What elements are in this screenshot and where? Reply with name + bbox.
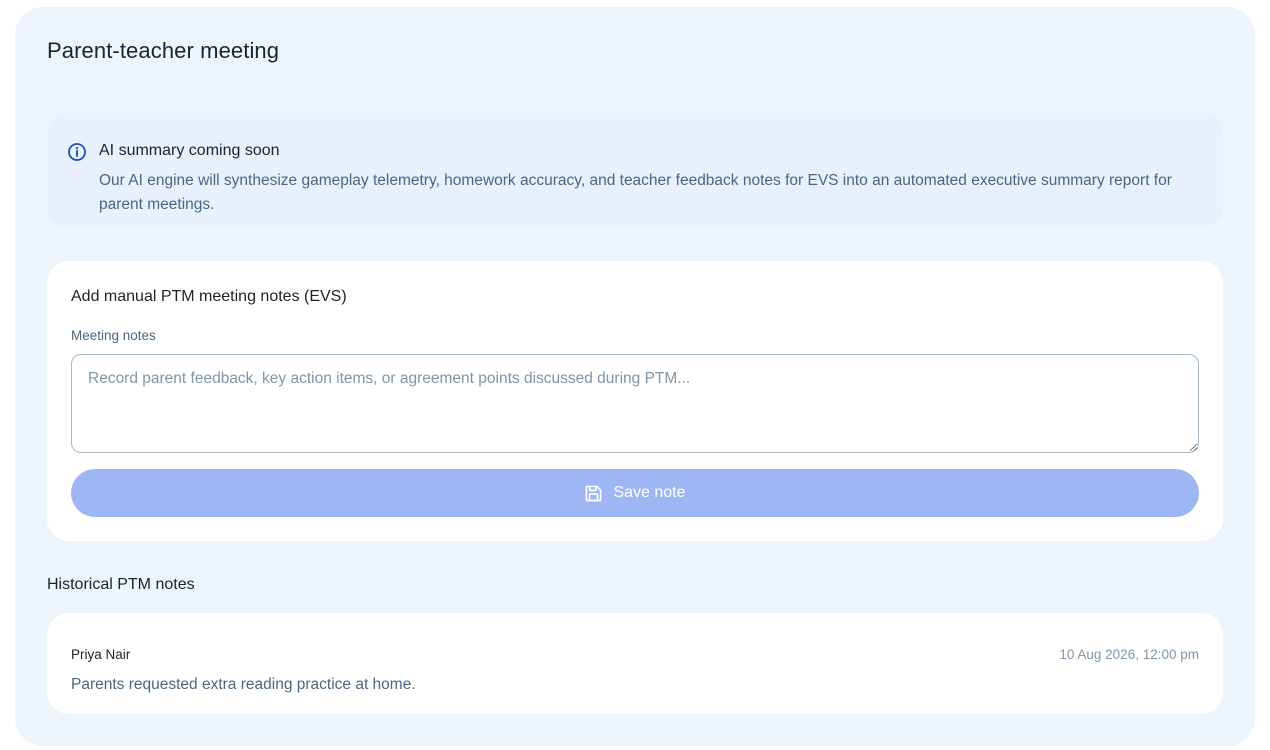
meeting-notes-label: Meeting notes <box>71 328 156 343</box>
add-notes-title: Add manual PTM meeting notes (EVS) <box>71 288 347 305</box>
history-title: Historical PTM notes <box>47 576 195 593</box>
add-notes-card: Add manual PTM meeting notes (EVS) Meeti… <box>47 261 1223 541</box>
meeting-notes-textarea[interactable] <box>71 354 1199 453</box>
floppy-disk-icon <box>586 485 602 501</box>
note-timestamp: 10 Aug 2026, 12:00 pm <box>1059 647 1199 662</box>
banner-body: Our AI engine will synthesize gameplay t… <box>99 172 1172 213</box>
note-author: Priya Nair <box>71 647 131 662</box>
save-note-label: Save note <box>613 484 686 501</box>
save-note-button[interactable]: Save note <box>71 469 1199 517</box>
info-icon <box>68 143 86 161</box>
ptm-panel: Parent-teacher meeting AI summary coming… <box>15 7 1255 746</box>
page-title: Parent-teacher meeting <box>47 38 280 63</box>
banner-title: AI summary coming soon <box>99 142 280 159</box>
history-note-card: Priya Nair 10 Aug 2026, 12:00 pm Parents… <box>47 613 1223 714</box>
ai-summary-banner: AI summary coming soon Our AI engine wil… <box>47 113 1223 227</box>
note-text: Parents requested extra reading practice… <box>71 676 416 693</box>
